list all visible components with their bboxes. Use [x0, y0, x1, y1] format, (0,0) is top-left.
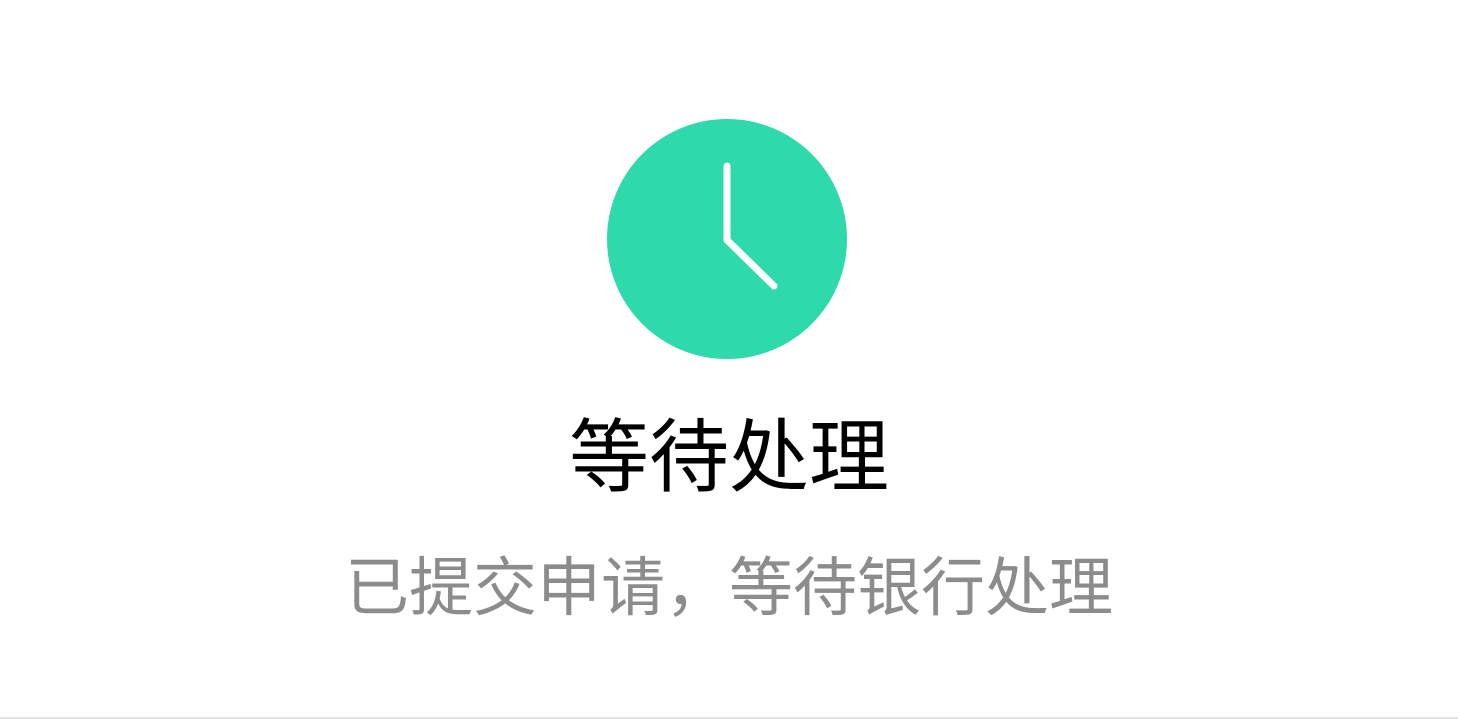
status-title: 等待处理 — [569, 411, 889, 504]
status-message: 已提交申请，等待银行处理 — [345, 552, 1113, 626]
clock-icon — [607, 119, 847, 359]
clock-icon-graphic — [607, 119, 847, 359]
result-page: 等待处理 已提交申请，等待银行处理 — [0, 0, 1458, 719]
